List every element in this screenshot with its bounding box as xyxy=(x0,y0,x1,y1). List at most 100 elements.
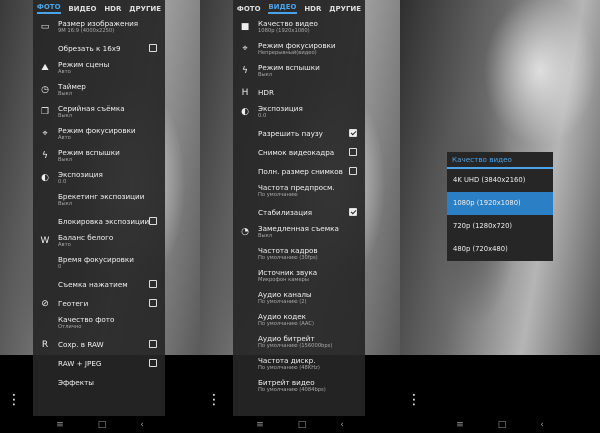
flash-off-icon: ϟ xyxy=(42,151,48,161)
more-options-icon[interactable]: ⋮ xyxy=(7,393,21,407)
home-icon[interactable]: □ xyxy=(498,420,507,430)
setting-title: Замедленная съемка xyxy=(258,224,339,233)
setting-value: По умолчанию (30fps) xyxy=(258,255,318,261)
setting-title: Геотеги xyxy=(58,299,89,308)
recent-apps-icon[interactable]: ≡ xyxy=(56,420,64,430)
quality-option[interactable]: 720p (1280x720) xyxy=(447,215,553,238)
setting-item[interactable]: Частота предпросм. По умолчанию xyxy=(233,181,365,203)
setting-item[interactable]: Съемка нажатием xyxy=(33,275,165,294)
setting-item[interactable]: Брекетинг экспозиции Выкл xyxy=(33,190,165,212)
setting-value: По умолчанию (4084bps) xyxy=(258,387,326,393)
hdr-icon: H xyxy=(241,88,249,98)
focus-icon: ⌖ xyxy=(42,129,48,139)
setting-value: Непрерывный(видео) xyxy=(258,50,317,56)
setting-item[interactable]: W Баланс белого Авто xyxy=(33,231,165,253)
setting-checkbox[interactable] xyxy=(149,359,157,367)
tab-2[interactable]: HDR xyxy=(104,5,121,13)
tab-0[interactable]: ФОТО xyxy=(237,5,261,13)
setting-item[interactable]: H HDR xyxy=(233,83,365,102)
setting-item[interactable]: Блокировка экспозиции xyxy=(33,212,165,231)
setting-value: По умолчанию (2) xyxy=(258,299,307,305)
setting-title: Сохр. в RAW xyxy=(58,340,104,349)
setting-item[interactable]: ⛰ Режим сцены Авто xyxy=(33,58,165,80)
setting-item[interactable]: Снимок видеокадра xyxy=(233,143,365,162)
image-size-icon: ▭ xyxy=(40,22,50,32)
more-options-icon[interactable]: ⋮ xyxy=(407,393,421,407)
tab-3[interactable]: ДРУГИЕ xyxy=(129,5,161,13)
setting-title: Полн. размер снимков xyxy=(258,167,343,176)
tab-1[interactable]: ВИДЕО xyxy=(268,3,297,14)
setting-title: Эффекты xyxy=(58,378,94,387)
setting-item[interactable]: R Сохр. в RAW xyxy=(33,335,165,354)
settings-menu: ФОТО ВИДЕО HDR ДРУГИЕ ■ Качество видео 1080p … xyxy=(233,0,365,416)
tab-3[interactable]: ДРУГИЕ xyxy=(329,5,361,13)
setting-item[interactable]: Аудио каналы По умолчанию (2) xyxy=(233,288,365,310)
tab-1[interactable]: ВИДЕО xyxy=(68,5,96,13)
setting-value: 0.0 xyxy=(58,179,67,185)
tab-2[interactable]: HDR xyxy=(304,5,321,13)
setting-item[interactable]: ❐ Серийная съёмка Выкл xyxy=(33,102,165,124)
settings-list: ▭ Размер изображения 9M 16:9 (4000x2250) Об… xyxy=(33,17,165,392)
setting-checkbox[interactable] xyxy=(349,129,357,137)
setting-checkbox[interactable] xyxy=(149,299,157,307)
setting-item[interactable]: ◐ Экспозиция 0.0 xyxy=(233,102,365,124)
setting-item[interactable]: Эффекты xyxy=(33,373,165,392)
setting-value: 0 xyxy=(58,264,62,270)
setting-item[interactable]: ■ Качество видео 1080p (1920x1080) xyxy=(233,17,365,39)
setting-item[interactable]: ⌖ Режим фокусировки Авто xyxy=(33,124,165,146)
setting-item[interactable]: Время фокусировки 0 xyxy=(33,253,165,275)
setting-item[interactable]: Битрейт видео По умолчанию (4084bps) xyxy=(233,376,365,398)
setting-checkbox[interactable] xyxy=(349,167,357,175)
recent-apps-icon[interactable]: ≡ xyxy=(256,420,264,430)
setting-item[interactable]: ▭ Размер изображения 9M 16:9 (4000x2250) xyxy=(33,17,165,39)
setting-item[interactable]: ϟ Режим вспышки Выкл xyxy=(233,61,365,83)
setting-checkbox[interactable] xyxy=(149,340,157,348)
back-icon[interactable]: ‹ xyxy=(540,420,544,430)
setting-title: Экспозиция xyxy=(58,170,103,179)
setting-checkbox[interactable] xyxy=(149,44,157,52)
setting-title: Баланс белого xyxy=(58,233,114,242)
setting-item[interactable]: Источник звука Микрофон камеры xyxy=(233,266,365,288)
setting-item[interactable]: ◔ Замедленная съемка Выкл xyxy=(233,222,365,244)
setting-title: Разрешить паузу xyxy=(258,129,323,138)
setting-item[interactable]: Обрезать к 16x9 xyxy=(33,39,165,58)
setting-item[interactable]: ⌖ Режим фокусировки Непрерывный(видео) xyxy=(233,39,365,61)
setting-item[interactable]: ◷ Таймер Выкл xyxy=(33,80,165,102)
setting-item[interactable]: Качество фото Отлично xyxy=(33,313,165,335)
setting-checkbox[interactable] xyxy=(349,208,357,216)
setting-item[interactable]: Стабилизация xyxy=(233,203,365,222)
exposure-icon: ◐ xyxy=(41,173,49,183)
setting-item[interactable]: RAW + JPEG xyxy=(33,354,165,373)
setting-title: Режим фокусировки xyxy=(58,126,136,135)
setting-title: Брекетинг экспозиции xyxy=(58,192,145,201)
tab-0[interactable]: ФОТО xyxy=(36,3,61,14)
setting-item[interactable]: Разрешить паузу xyxy=(233,124,365,143)
setting-checkbox[interactable] xyxy=(349,148,357,156)
setting-item[interactable]: ϟ Режим вспышки Выкл xyxy=(33,146,165,168)
setting-value: Выкл xyxy=(58,157,73,163)
more-options-icon[interactable]: ⋮ xyxy=(207,393,221,407)
home-icon[interactable]: □ xyxy=(98,420,107,430)
setting-value: 9M 16:9 (4000x2250) xyxy=(58,28,115,34)
setting-title: Съемка нажатием xyxy=(58,280,128,289)
quality-option[interactable]: 480p (720x480) xyxy=(447,238,553,261)
quality-option[interactable]: 1080p (1920x1080) xyxy=(447,192,553,215)
back-icon[interactable]: ‹ xyxy=(140,420,144,430)
quality-option[interactable]: 4K UHD (3840x2160) xyxy=(447,169,553,192)
setting-checkbox[interactable] xyxy=(149,280,157,288)
home-icon[interactable]: □ xyxy=(298,420,307,430)
setting-value: По умолчанию (AAC) xyxy=(258,321,315,327)
setting-item[interactable]: Частота кадров По умолчанию (30fps) xyxy=(233,244,365,266)
setting-item[interactable]: Полн. размер снимков xyxy=(233,162,365,181)
setting-item[interactable]: ◐ Экспозиция 0.0 xyxy=(33,168,165,190)
back-icon[interactable]: ‹ xyxy=(340,420,344,430)
recent-apps-icon[interactable]: ≡ xyxy=(456,420,464,430)
setting-item[interactable]: Аудио битрейт По умолчанию (156000bps) xyxy=(233,332,365,354)
system-nav-bar: ≡ □ ‹ xyxy=(200,416,400,433)
setting-checkbox[interactable] xyxy=(149,217,157,225)
setting-item[interactable]: Частота дискр. По умолчанию (48KHz) xyxy=(233,354,365,376)
setting-value: Выкл xyxy=(58,201,73,207)
geotag-off-icon: ⊘ xyxy=(41,299,49,309)
setting-item[interactable]: Аудио кодек По умолчанию (AAC) xyxy=(233,310,365,332)
setting-item[interactable]: ⊘ Геотеги xyxy=(33,294,165,313)
